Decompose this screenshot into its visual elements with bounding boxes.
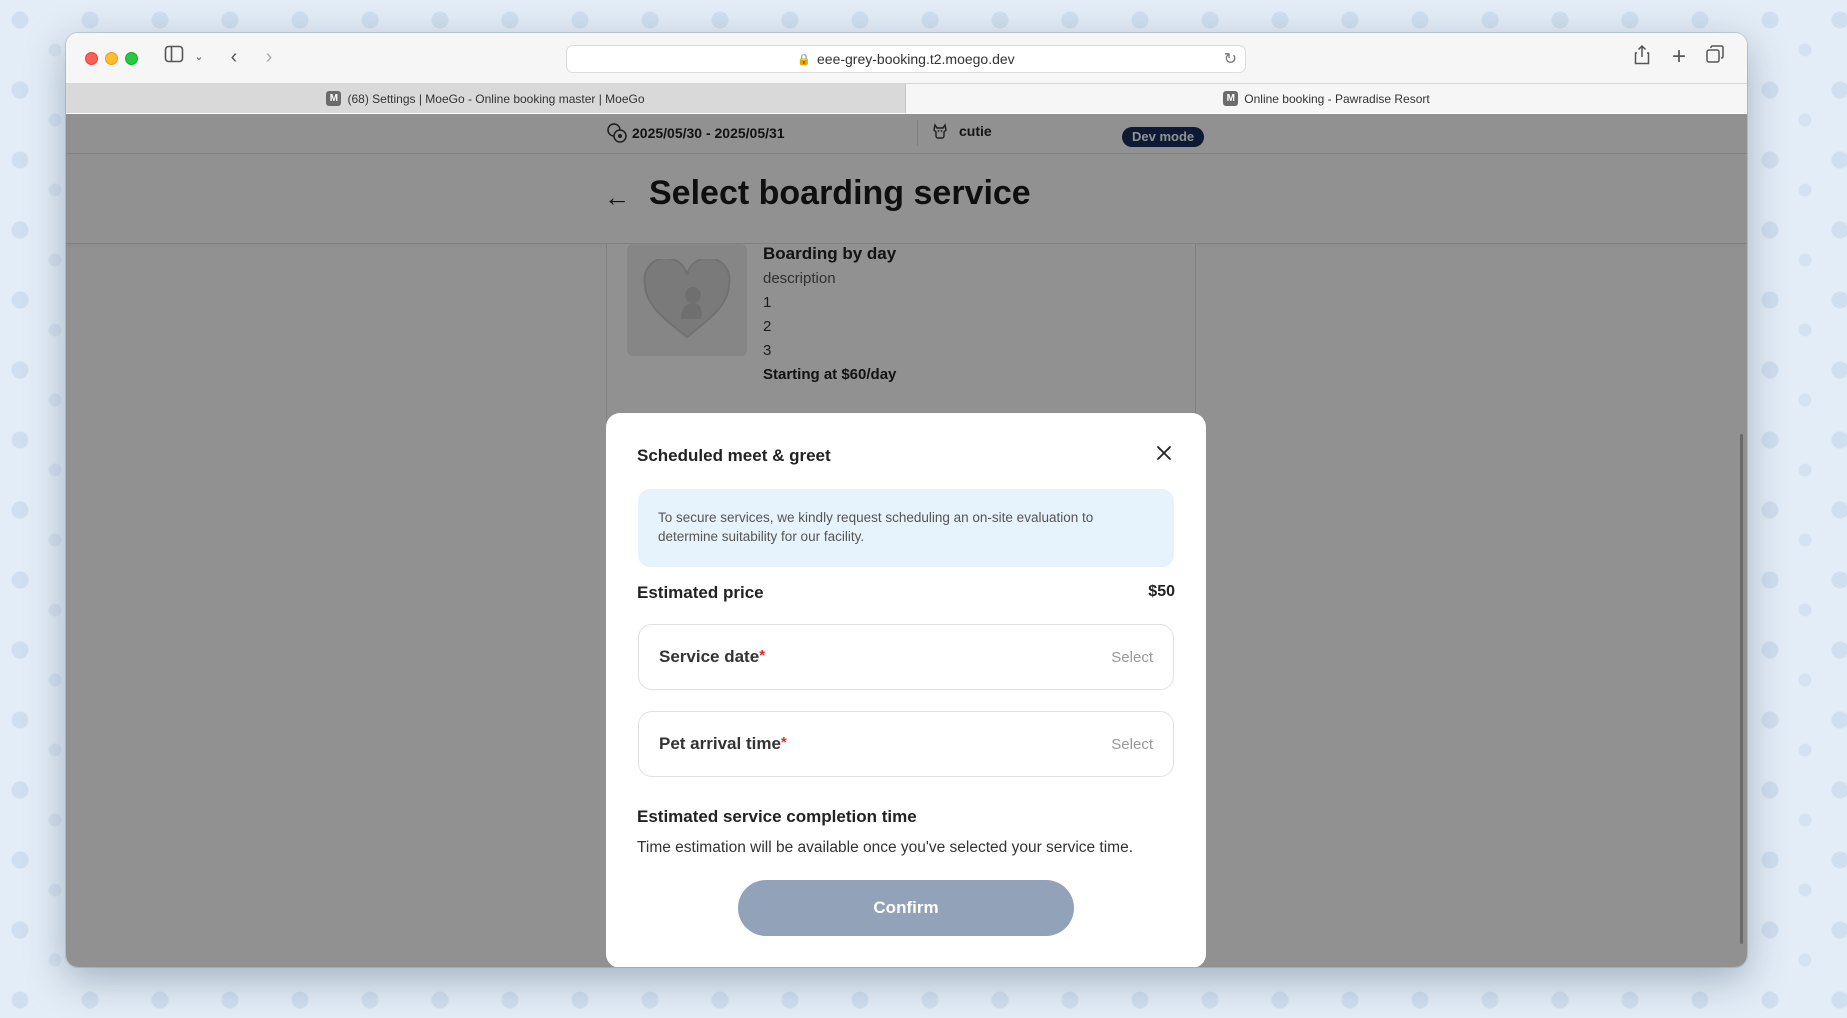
moego-favicon-icon: M [326, 91, 342, 106]
new-tab-icon[interactable]: + [1666, 45, 1692, 71]
meet-greet-modal: Scheduled meet & greet To secure service… [606, 413, 1206, 967]
completion-time-text: Time estimation will be available once y… [637, 839, 1134, 856]
close-window-button[interactable] [85, 52, 98, 65]
browser-toolbar: ⌄ ‹ › 🔒 eee-grey-booking.t2.moego.dev ↻ … [66, 33, 1747, 83]
confirm-button[interactable]: Confirm [738, 880, 1074, 936]
browser-window: ⌄ ‹ › 🔒 eee-grey-booking.t2.moego.dev ↻ … [66, 33, 1747, 967]
estimated-price-value: $50 [1148, 583, 1175, 600]
tab-online-booking[interactable]: M Online booking - Pawradise Resort [906, 84, 1747, 113]
estimated-price-label: Estimated price [637, 583, 764, 602]
zoom-window-button[interactable] [125, 52, 138, 65]
service-date-field[interactable]: Service date* Select [638, 624, 1174, 690]
address-bar[interactable]: 🔒 eee-grey-booking.t2.moego.dev ↻ [566, 45, 1246, 73]
field-placeholder: Select [1111, 736, 1153, 753]
forward-nav-icon[interactable]: › [256, 45, 282, 71]
page-scrollbar[interactable] [1740, 434, 1743, 944]
share-icon[interactable] [1629, 44, 1655, 71]
field-label: Pet arrival time* [659, 734, 787, 753]
modal-title: Scheduled meet & greet [637, 446, 831, 465]
moego-favicon-icon: M [1223, 91, 1239, 106]
pet-arrival-time-field[interactable]: Pet arrival time* Select [638, 711, 1174, 777]
tab-label: Online booking - Pawradise Resort [1244, 91, 1430, 106]
tab-label: (68) Settings | MoeGo - Online booking m… [347, 91, 645, 106]
minimize-window-button[interactable] [105, 52, 118, 65]
page-content: 2025/05/30 - 2025/05/31 cutie Dev mode ←… [66, 114, 1747, 967]
back-nav-icon[interactable]: ‹ [221, 45, 247, 71]
tab-settings[interactable]: M (68) Settings | MoeGo - Online booking… [66, 84, 906, 113]
reload-icon[interactable]: ↻ [1224, 49, 1237, 69]
chevron-down-icon[interactable]: ⌄ [186, 45, 212, 71]
field-label: Service date* [659, 647, 766, 666]
close-icon[interactable] [1153, 443, 1175, 465]
url-text: eee-grey-booking.t2.moego.dev [817, 51, 1015, 67]
completion-time-title: Estimated service completion time [637, 807, 917, 826]
required-mark: * [759, 647, 766, 664]
evaluation-notice: To secure services, we kindly request sc… [638, 489, 1174, 567]
tab-overview-icon[interactable] [1702, 45, 1728, 71]
field-placeholder: Select [1111, 649, 1153, 666]
required-mark: * [780, 734, 787, 751]
tab-bar: M (68) Settings | MoeGo - Online booking… [66, 83, 1747, 113]
lock-icon: 🔒 [797, 53, 811, 66]
sidebar-toggle-icon[interactable] [161, 45, 187, 71]
